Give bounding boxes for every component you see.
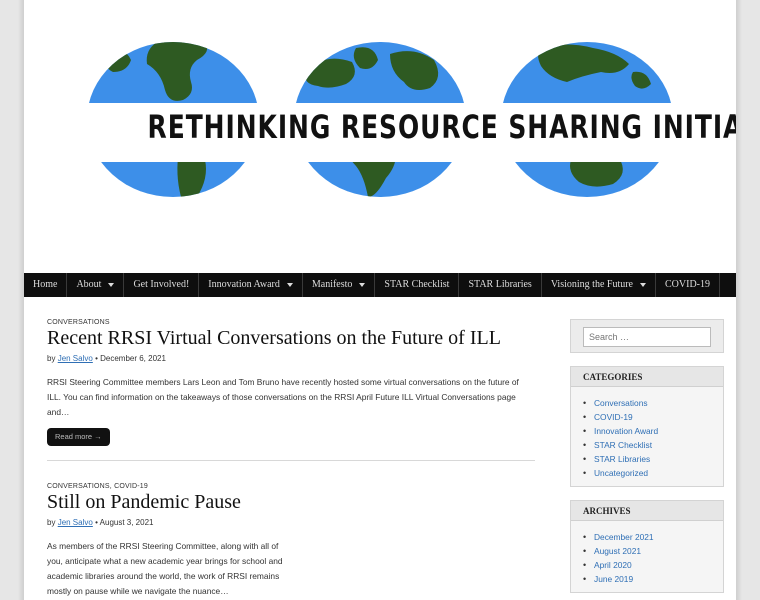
- post: CONVERSATIONS, COVID-19 Still on Pandemi…: [47, 483, 535, 600]
- category-link[interactable]: STAR Libraries: [583, 452, 711, 466]
- dropdown-caret-icon: [286, 283, 293, 287]
- nav-item-home[interactable]: Home: [24, 273, 68, 297]
- byline-prefix: by: [47, 518, 56, 527]
- archive-link[interactable]: April 2020: [583, 558, 711, 572]
- archive-list: December 2021 August 2021 April 2020 Jun…: [571, 521, 723, 592]
- category-link[interactable]: Innovation Award: [583, 424, 711, 438]
- category-link[interactable]: COVID-19: [583, 410, 711, 424]
- categories-widget: CATEGORIES Conversations COVID-19 Innova…: [570, 366, 724, 487]
- author-link[interactable]: Jen Salvo: [58, 518, 93, 527]
- category-link[interactable]: STAR Checklist: [583, 438, 711, 452]
- post-excerpt: As members of the RRSI Steering Committe…: [47, 541, 283, 596]
- dropdown-caret-icon: [108, 283, 115, 287]
- post-title[interactable]: Recent RRSI Virtual Conversations on the…: [47, 327, 535, 350]
- nav-item-star-libraries[interactable]: STAR Libraries: [459, 273, 542, 297]
- nav-item-visioning-the-future[interactable]: Visioning the Future: [542, 273, 656, 297]
- nav-item-star-checklist[interactable]: STAR Checklist: [375, 273, 460, 297]
- post-excerpt: RRSI Steering Committee members Lars Leo…: [47, 377, 519, 417]
- main-navigation: Home About Get Involved! Innovation Awar…: [24, 273, 736, 297]
- search-input[interactable]: [583, 327, 711, 347]
- nav-label: Innovation Award: [208, 279, 280, 290]
- search-widget: [570, 319, 724, 353]
- nav-label: STAR Libraries: [468, 279, 532, 290]
- nav-label: Home: [33, 279, 58, 290]
- widget-title: CATEGORIES: [571, 367, 723, 387]
- nav-label: Visioning the Future: [550, 279, 633, 290]
- nav-label: STAR Checklist: [384, 279, 450, 290]
- category-list: Conversations COVID-19 Innovation Award …: [571, 387, 723, 486]
- category-link[interactable]: CONVERSATIONS: [47, 319, 110, 326]
- dropdown-caret-icon: [640, 283, 646, 287]
- archive-link[interactable]: August 2021: [583, 544, 711, 558]
- post-categories: CONVERSATIONS, COVID-19: [47, 483, 535, 490]
- meta-separator: •: [95, 518, 98, 527]
- post: CONVERSATIONS Recent RRSI Virtual Conver…: [47, 319, 535, 446]
- archive-link[interactable]: December 2021: [583, 530, 711, 544]
- category-link[interactable]: CONVERSATIONS: [47, 483, 110, 490]
- category-link[interactable]: Uncategorized: [583, 466, 711, 480]
- post-meta: by Jen Salvo • December 6, 2021: [47, 354, 535, 363]
- sidebar: CATEGORIES Conversations COVID-19 Innova…: [570, 319, 724, 600]
- nav-label: Manifesto: [311, 279, 353, 290]
- archives-widget: ARCHIVES December 2021 August 2021 April…: [570, 500, 724, 593]
- author-link[interactable]: Jen Salvo: [58, 354, 93, 363]
- post-date: December 6, 2021: [100, 354, 166, 363]
- post-divider: [47, 460, 535, 461]
- page-shadow-right: [736, 0, 742, 600]
- header-banner[interactable]: RETHINKING RESOURCE SHARING INITIATIVE: [24, 0, 736, 273]
- read-more-button[interactable]: Read more →: [47, 428, 110, 446]
- main-content: CONVERSATIONS Recent RRSI Virtual Conver…: [47, 319, 535, 600]
- nav-item-about[interactable]: About: [67, 273, 125, 297]
- nav-item-get-involved[interactable]: Get Involved!: [124, 273, 200, 297]
- nav-label: Get Involved!: [133, 279, 190, 290]
- post-categories: CONVERSATIONS: [47, 319, 535, 326]
- page: RETHINKING RESOURCE SHARING INITIATIVE H…: [24, 0, 736, 600]
- widget-title: ARCHIVES: [571, 501, 723, 521]
- nav-item-manifesto[interactable]: Manifesto: [303, 273, 376, 297]
- dropdown-caret-icon: [359, 283, 366, 287]
- byline-prefix: by: [47, 354, 56, 363]
- post-meta: by Jen Salvo • August 3, 2021: [47, 518, 535, 527]
- site-title[interactable]: RETHINKING RESOURCE SHARING INITIATIVE: [148, 108, 736, 146]
- post-title[interactable]: Still on Pandemic Pause: [47, 491, 535, 514]
- category-link[interactable]: COVID-19: [114, 483, 148, 490]
- nav-item-covid-19[interactable]: COVID-19: [656, 273, 720, 297]
- nav-item-innovation-award[interactable]: Innovation Award: [199, 273, 303, 297]
- category-link[interactable]: Conversations: [583, 396, 711, 410]
- post-date: August 3, 2021: [99, 518, 154, 527]
- meta-separator: •: [95, 354, 98, 363]
- nav-label: COVID-19: [665, 279, 710, 290]
- archive-link[interactable]: June 2019: [583, 572, 711, 586]
- nav-label: About: [76, 279, 102, 290]
